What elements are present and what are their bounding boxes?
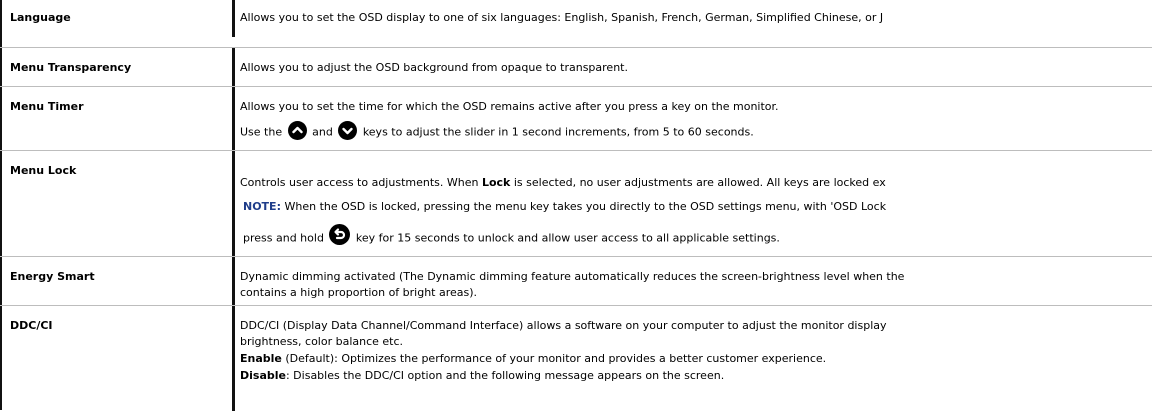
description-text: Dynamic dimming activated (The Dynamic d… — [240, 270, 905, 283]
description-text-keys: Use the and keys to adjust the slider in… — [240, 121, 754, 142]
description-text: Allows you to set the OSD display to one… — [240, 11, 884, 24]
option-label: Disable — [240, 369, 286, 382]
row-description-cell: Allows you to set the OSD display to one… — [240, 0, 1152, 37]
row-label: Language — [10, 11, 71, 24]
row-description-cell: Dynamic dimming activated (The Dynamic d… — [240, 257, 1152, 306]
row-description-cell: DDC/CI (Display Data Channel/Command Int… — [240, 306, 1152, 411]
note-text: NOTE: When the OSD is locked, pressing t… — [243, 200, 886, 214]
row-label: Menu Lock — [10, 164, 77, 177]
enable-option-text: Enable (Default): Optimizes the performa… — [240, 352, 826, 366]
row-label-cell: Energy Smart — [2, 257, 235, 306]
description-text: brightness, color balance etc. — [240, 335, 404, 348]
text-fragment: keys to adjust the slider in 1 second in… — [362, 125, 754, 139]
description-text: DDC/CI (Display Data Channel/Command Int… — [240, 319, 887, 332]
row-label: Menu Timer — [10, 100, 84, 113]
chevron-down-icon — [338, 121, 358, 140]
text-fragment: When the OSD is locked, pressing the men… — [284, 200, 887, 213]
table-row-ddc-ci: DDC/CI DDC/CI (Display Data Channel/Comm… — [0, 305, 1152, 411]
text-fragment: (Default): Optimizes the performance of … — [285, 352, 827, 365]
description-text: Allows you to set the time for which the… — [240, 100, 779, 113]
row-label-cell: Menu Transparency — [2, 48, 235, 87]
description-text: contains a high proportion of bright are… — [240, 286, 478, 299]
row-label: DDC/CI — [10, 319, 53, 332]
text-fragment: and — [312, 125, 333, 139]
text-fragment: press and hold — [243, 231, 324, 245]
text-fragment-bold: Lock — [481, 176, 511, 189]
note-label: NOTE: — [243, 200, 281, 213]
description-text-keys: press and hold key for 15 seconds to unl… — [243, 224, 780, 249]
table-row-energy-smart: Energy Smart Dynamic dimming activated (… — [0, 256, 1152, 306]
option-label: Enable — [240, 352, 282, 365]
disable-option-text: Disable: Disables the DDC/CI option and … — [240, 369, 724, 383]
description-text: Allows you to adjust the OSD background … — [240, 61, 628, 74]
osd-settings-table: Language Allows you to set the OSD displ… — [0, 0, 1152, 411]
row-label: Energy Smart — [10, 270, 95, 283]
text-fragment: : Disables the DDC/CI option and the fol… — [285, 369, 725, 382]
table-row-menu-lock: Menu Lock Controls user access to adjust… — [0, 150, 1152, 257]
row-description-cell: Allows you to set the time for which the… — [240, 87, 1152, 151]
chevron-up-icon — [287, 121, 307, 140]
row-label-cell: Menu Timer — [2, 87, 235, 151]
row-label-cell: Menu Lock — [2, 151, 235, 257]
row-description-cell: Controls user access to adjustments. Whe… — [240, 151, 1152, 257]
back-arrow-icon — [329, 224, 351, 245]
row-description-cell: Allows you to adjust the OSD background … — [240, 48, 1152, 87]
row-label: Menu Transparency — [10, 61, 132, 74]
text-fragment: Controls user access to adjustments. Whe… — [240, 176, 479, 189]
row-label-cell: Language — [2, 0, 235, 37]
table-row-menu-transparency: Menu Transparency Allows you to adjust t… — [0, 47, 1152, 87]
table-row-menu-timer: Menu Timer Allows you to set the time fo… — [0, 86, 1152, 151]
text-fragment: Use the — [240, 125, 283, 139]
table-row-language: Language Allows you to set the OSD displ… — [0, 0, 1152, 37]
description-text: Controls user access to adjustments. Whe… — [240, 176, 886, 190]
row-label-cell: DDC/CI — [2, 306, 235, 411]
text-fragment: key for 15 seconds to unlock and allow u… — [355, 231, 780, 245]
text-fragment: is selected, no user adjustments are all… — [513, 176, 886, 189]
